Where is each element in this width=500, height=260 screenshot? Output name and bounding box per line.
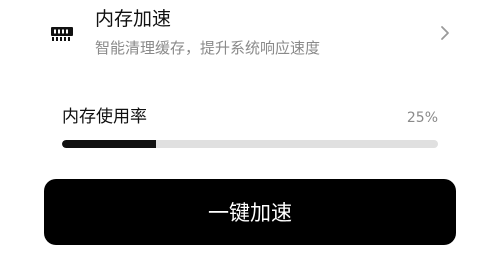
chevron-right-icon bbox=[441, 26, 449, 40]
memory-boost-panel: 内存加速 智能清理缓存，提升系统响应速度 内存使用率 25% 一键加速 bbox=[0, 0, 500, 260]
memory-usage-progress-bar bbox=[62, 140, 438, 148]
memory-usage-label: 内存使用率 bbox=[62, 107, 147, 127]
memory-chip-icon bbox=[51, 27, 73, 41]
feature-description: 智能清理缓存，提升系统响应速度 bbox=[95, 39, 321, 57]
one-click-boost-button[interactable]: 一键加速 bbox=[44, 179, 456, 245]
memory-usage-progress-fill bbox=[62, 140, 156, 148]
feature-title: 内存加速 bbox=[95, 8, 172, 30]
memory-usage-percent: 25% bbox=[406, 110, 438, 126]
memory-boost-entry[interactable]: 内存加速 智能清理缓存，提升系统响应速度 bbox=[0, 0, 500, 70]
